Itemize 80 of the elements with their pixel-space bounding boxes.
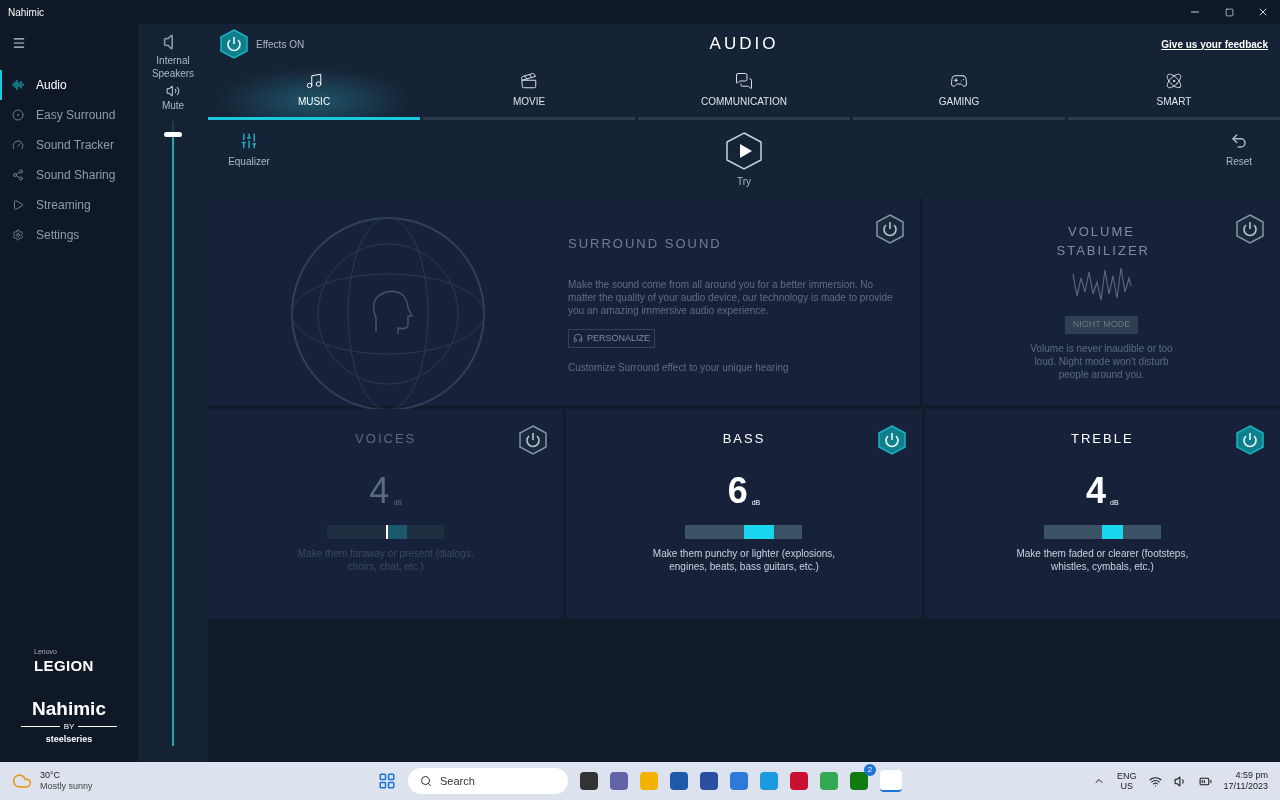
nav-icon [12,229,24,241]
tab-icon [305,72,323,90]
tab-icon [950,72,968,90]
gain-value: 4 [369,472,390,509]
card-note: Customize Surround effect to your unique hearing [568,361,790,375]
card-description: Make the sound come from all around you for a better immersion. No matter the quality of your audio device, our technology is made to provide you an amazing immersive audio experience. [568,277,894,317]
equalizer-button[interactable]: Equalizer [224,132,274,169]
reset-button[interactable]: Reset [1214,132,1264,169]
clock-date[interactable]: 17/11/2023 [1223,781,1268,792]
weather-status: Mostly sunny [40,781,93,792]
search-field[interactable]: Search [408,768,568,794]
close-icon [1257,6,1269,18]
clock-time[interactable]: 4:59 pm [1235,770,1268,781]
power-button[interactable] [220,29,248,59]
card-title: TREBLE [1071,430,1134,448]
power-button[interactable] [1236,425,1264,455]
app-icon[interactable] [700,772,718,790]
tab-icon [1165,72,1183,90]
region-code[interactable]: US [1120,781,1134,791]
nav-icon [12,199,24,211]
tab-icon [735,72,753,90]
nav-item[interactable]: Settings [0,220,138,250]
mute-button[interactable]: Mute [161,98,185,113]
nav-icon [12,109,24,121]
nav-icon [12,79,24,91]
try-button[interactable]: Try [726,132,762,189]
gain-value: 4 [1086,472,1107,509]
power-button[interactable] [519,425,548,455]
page-title: AUDIO [709,33,779,56]
gain-value: 6 [727,472,748,509]
search-icon [420,775,432,787]
card-title: VOLUME STABILIZER [1056,223,1147,260]
notification-badge: 2 [864,764,876,776]
tab-icon [520,72,538,90]
personalize-button[interactable]: PERSONALIZE [568,328,656,348]
window-title: Nahimic [7,5,45,20]
card-title: SURROUND SOUND [568,235,722,253]
app-icon[interactable] [610,772,628,790]
nav-icon [12,139,24,151]
gain-slider[interactable] [685,524,803,539]
app-icon[interactable] [580,772,598,790]
app-icon[interactable] [670,772,688,790]
brand-text: steelseries [45,732,93,746]
headphones-icon [573,333,583,344]
brand-text: BY [63,720,75,733]
power-button[interactable] [876,214,904,244]
nav-icon [12,169,24,181]
equalizer-icon [240,132,258,150]
gain-slider[interactable] [327,524,445,539]
volume-slider[interactable] [164,121,182,746]
device-name: Internal Speakers [150,54,196,80]
nav-item[interactable]: Sound Tracker [0,130,138,160]
brand-logo-text: Nahimic [32,696,106,721]
card-description: Make them punchy or lighter (explosions, engines, beats, bass guitars, etc.) [651,546,837,573]
nav-item[interactable]: Sound Sharing [0,160,138,190]
volume-icon[interactable] [1173,774,1187,788]
app-icon[interactable] [850,772,868,790]
nav-item[interactable]: Streaming [0,190,138,220]
weather-temp: 30°C [40,770,62,781]
app-icon[interactable] [790,772,808,790]
brand-logo-text: LEGION [34,657,94,673]
wifi-icon[interactable] [1148,774,1162,788]
card-description: Volume is never inaudible or too loud. Night mode won't disturb people around you. [1029,341,1174,381]
card-title: BASS [722,430,766,448]
undo-icon [1230,132,1248,150]
nav-item[interactable]: Easy Surround [0,100,138,130]
power-button[interactable] [877,425,906,455]
gain-slider[interactable] [1043,524,1161,539]
power-button[interactable] [1236,214,1264,244]
volume-thumb[interactable] [164,131,182,137]
feedback-link[interactable]: Give us your feedback [1068,36,1268,52]
card-description: Make them faded or clearer (footsteps, whistles, cymbals, etc.) [1015,546,1190,573]
app-icon[interactable] [880,770,902,792]
start-icon[interactable] [378,772,396,790]
effects-label: Effects ON [256,37,305,52]
language-code[interactable]: ENG [1117,771,1137,781]
maximize-icon [1224,7,1234,17]
card-title: VOICES [355,430,417,448]
play-icon [726,132,762,170]
sound-icon [166,84,180,98]
